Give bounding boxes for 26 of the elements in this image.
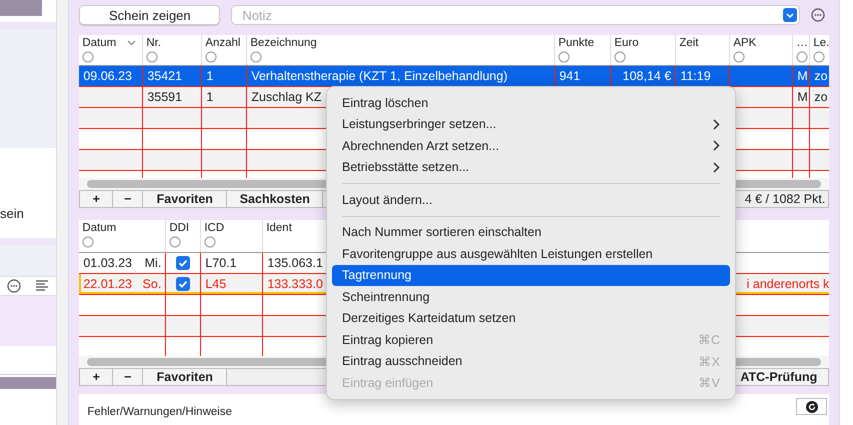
- table-cell: M: [797, 90, 808, 104]
- table-cell: Verhaltenstherapie (KZT 1, Einzelbehandlung): [251, 69, 508, 83]
- table-cell: Mi.: [144, 256, 162, 270]
- table-cell: L70.1: [205, 256, 237, 270]
- table-cell: zo: [814, 90, 828, 104]
- sidebar-text: sein: [0, 206, 24, 220]
- table-cell: 35421: [147, 69, 182, 83]
- table-cell: 11:19: [680, 69, 711, 83]
- table-cell: 09.06.23: [83, 69, 132, 83]
- table-cell: L45: [205, 277, 226, 291]
- table-cell: zo: [814, 69, 828, 83]
- table-cell: 22.01.23: [83, 277, 132, 291]
- table-cell: 133.333.0: [267, 277, 323, 291]
- table-cell: M: [797, 69, 808, 83]
- table-cell: 35591: [147, 90, 182, 104]
- messages-title: Fehler/Warnungen/Hinweise: [87, 406, 232, 418]
- table-cell: i anderenorts k: [746, 277, 830, 291]
- table-cell: So.: [142, 277, 162, 291]
- table-cell: 01.03.23: [83, 256, 132, 270]
- table-cell: 1: [206, 90, 214, 104]
- table-cell: 135.063.1: [267, 256, 323, 270]
- table-cell: Zuschlag KZ: [251, 90, 322, 104]
- summary-text: 4 € / 1082 Pkt.: [744, 192, 826, 206]
- table-cell: 1: [206, 69, 214, 83]
- table-cell: 108,14 €: [622, 69, 672, 83]
- table-cell: 941: [559, 69, 580, 83]
